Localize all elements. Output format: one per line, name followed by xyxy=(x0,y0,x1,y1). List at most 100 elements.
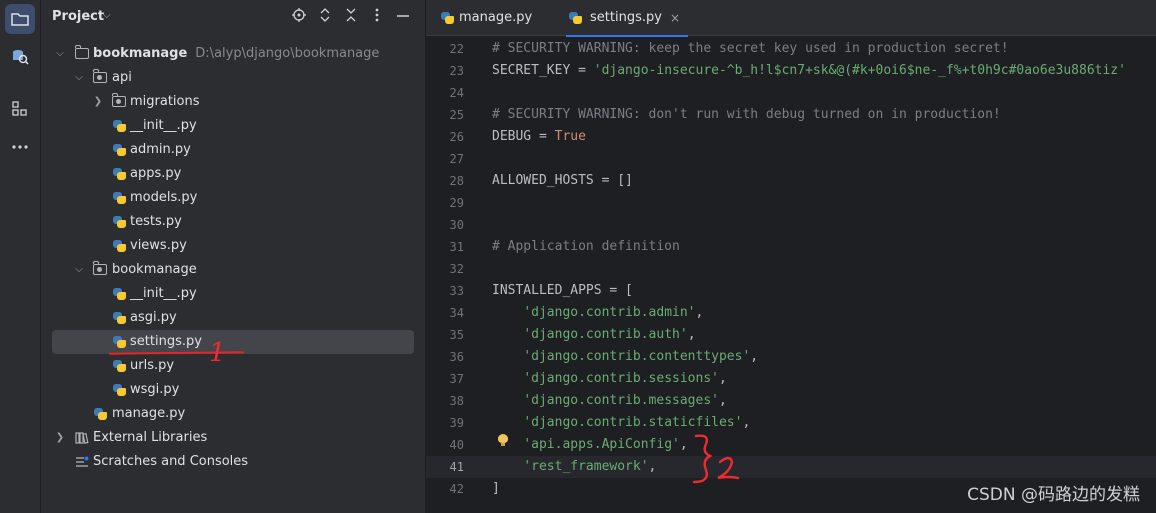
chevron-down-icon[interactable]: ⌵ xyxy=(73,258,85,282)
options-menu-icon[interactable] xyxy=(368,8,386,26)
code-line[interactable]: DEBUG = True xyxy=(492,126,586,148)
code-line[interactable]: # Application definition xyxy=(492,236,680,258)
tree-item-file[interactable]: admin.py xyxy=(52,138,414,162)
chevron-down-icon[interactable]: ⌵ xyxy=(103,10,111,21)
tree-item-label: models.py xyxy=(130,190,198,205)
tree-item-file[interactable]: __init__.py xyxy=(52,114,414,138)
line-number: 40 xyxy=(449,438,464,452)
python-file-icon xyxy=(112,215,126,229)
scratches-icon xyxy=(75,450,89,478)
python-file-icon xyxy=(568,11,582,25)
tree-item-scratches[interactable]: Scratches and Consoles xyxy=(52,450,414,474)
code-line[interactable]: ALLOWED_HOSTS = [] xyxy=(492,170,633,192)
tree-item-external-libraries[interactable]: ❯ External Libraries xyxy=(52,426,414,450)
tree-item-file[interactable]: __init__.py xyxy=(52,282,414,306)
tree-item-bookmanage-root[interactable]: ⌵ bookmanage D:\alyp\django\bookmanage xyxy=(52,42,414,66)
tree-item-bookmanage-package[interactable]: ⌵ bookmanage xyxy=(52,258,414,282)
database-search-icon[interactable] xyxy=(5,42,35,72)
line-number: 36 xyxy=(449,350,464,364)
chevron-down-icon[interactable]: ⌵ xyxy=(54,42,66,66)
chevron-down-icon[interactable]: ⌵ xyxy=(73,66,85,90)
code-line[interactable]: 'django.contrib.admin', xyxy=(492,302,703,324)
tree-item-file[interactable]: asgi.py xyxy=(52,306,414,330)
project-title[interactable]: Project xyxy=(52,9,104,24)
code-line[interactable]: 'api.apps.ApiConfig', xyxy=(492,434,688,456)
code-line[interactable]: 'django.contrib.messages', xyxy=(492,390,727,412)
lightbulb-icon[interactable] xyxy=(498,434,508,446)
project-header: Project ⌵ xyxy=(41,0,425,36)
tab-manage-py[interactable]: manage.py xyxy=(438,0,558,36)
code-token: ALLOWED_HOSTS = [] xyxy=(492,173,633,188)
tree-item-api[interactable]: ⌵ api xyxy=(52,66,414,90)
code-line[interactable]: SECRET_KEY = 'django-insecure-^b_h!l$cn7… xyxy=(492,60,1126,82)
tab-label: manage.py xyxy=(459,10,533,25)
more-tools-icon[interactable] xyxy=(5,132,35,162)
tree-item-migrations[interactable]: ❯ migrations xyxy=(52,90,414,114)
code-line[interactable]: # SECURITY WARNING: don't run with debug… xyxy=(492,104,1001,126)
line-number: 30 xyxy=(449,218,464,232)
python-file-icon xyxy=(112,143,126,157)
code-token: 'rest_framework' xyxy=(523,459,649,474)
tree-item-settings-selected[interactable]: settings.py xyxy=(52,330,414,354)
tree-item-file[interactable]: models.py xyxy=(52,186,414,210)
hide-panel-icon[interactable] xyxy=(394,8,412,26)
code-line[interactable]: ] xyxy=(492,478,500,500)
tree-item-label: migrations xyxy=(130,94,200,109)
code-token: , xyxy=(679,437,688,452)
code-token: SECRET_KEY = xyxy=(492,63,594,78)
tree-item-label: External Libraries xyxy=(93,430,208,445)
tab-settings-py[interactable]: settings.py × xyxy=(566,0,688,37)
line-number: 28 xyxy=(449,174,464,188)
tree-item-file[interactable]: wsgi.py xyxy=(52,378,414,402)
expand-all-icon[interactable] xyxy=(316,8,334,26)
line-number: 29 xyxy=(449,196,464,210)
code-line[interactable]: INSTALLED_APPS = [ xyxy=(492,280,633,302)
code-line[interactable]: 'rest_framework', xyxy=(492,456,656,478)
tree-item-label: admin.py xyxy=(130,142,191,157)
tree-item-label: urls.py xyxy=(130,358,175,373)
code-token: 'api.apps.ApiConfig' xyxy=(523,437,680,452)
python-file-icon xyxy=(112,359,126,373)
code-token: 'django.contrib.staticfiles' xyxy=(523,415,743,430)
code-line[interactable]: 'django.contrib.staticfiles', xyxy=(492,412,750,434)
chevron-right-icon[interactable]: ❯ xyxy=(92,90,104,114)
code-token: , xyxy=(742,415,751,430)
chevron-right-icon[interactable]: ❯ xyxy=(54,426,66,450)
code-token: 'django.contrib.sessions' xyxy=(523,371,719,386)
code-line[interactable]: 'django.contrib.contenttypes', xyxy=(492,346,758,368)
line-number: 27 xyxy=(449,152,464,166)
project-folder-icon[interactable] xyxy=(5,4,35,34)
code-token: 'django.contrib.admin' xyxy=(523,305,696,320)
tool-window-rail xyxy=(0,0,41,513)
tree-item-file[interactable]: urls.py xyxy=(52,354,414,378)
code-token: , xyxy=(718,371,727,386)
folder-icon xyxy=(74,45,89,59)
package-folder-icon xyxy=(92,69,107,83)
locate-target-icon[interactable] xyxy=(290,8,308,26)
tree-item-file[interactable]: tests.py xyxy=(52,210,414,234)
line-number: 39 xyxy=(449,416,464,430)
tree-item-file[interactable]: manage.py xyxy=(52,402,414,426)
tree-item-file[interactable]: apps.py xyxy=(52,162,414,186)
tree-item-file[interactable]: views.py xyxy=(52,234,414,258)
python-file-icon xyxy=(112,335,126,349)
package-folder-icon xyxy=(111,93,126,107)
line-number: 33 xyxy=(449,284,464,298)
tree-item-label: bookmanage xyxy=(112,262,197,277)
code-editor: manage.py settings.py × 22 23 24 25 26 27 28 29… xyxy=(426,0,1156,513)
code-token: , xyxy=(648,459,657,474)
code-token: 'django-insecure-^b_h!l$cn7+sk&@(#k+0oi6… xyxy=(593,63,1126,78)
python-file-icon xyxy=(112,119,126,133)
structure-icon[interactable] xyxy=(5,94,35,124)
line-number: 35 xyxy=(449,328,464,342)
code-line[interactable]: # SECURITY WARNING: keep the secret key … xyxy=(492,38,1009,60)
tree-item-label: views.py xyxy=(130,238,187,253)
line-number: 23 xyxy=(449,64,464,78)
collapse-all-icon[interactable] xyxy=(342,8,360,26)
code-token: ] xyxy=(492,481,500,496)
code-line[interactable]: 'django.contrib.sessions', xyxy=(492,368,727,390)
close-icon[interactable]: × xyxy=(670,0,680,36)
code-line[interactable]: 'django.contrib.auth', xyxy=(492,324,695,346)
